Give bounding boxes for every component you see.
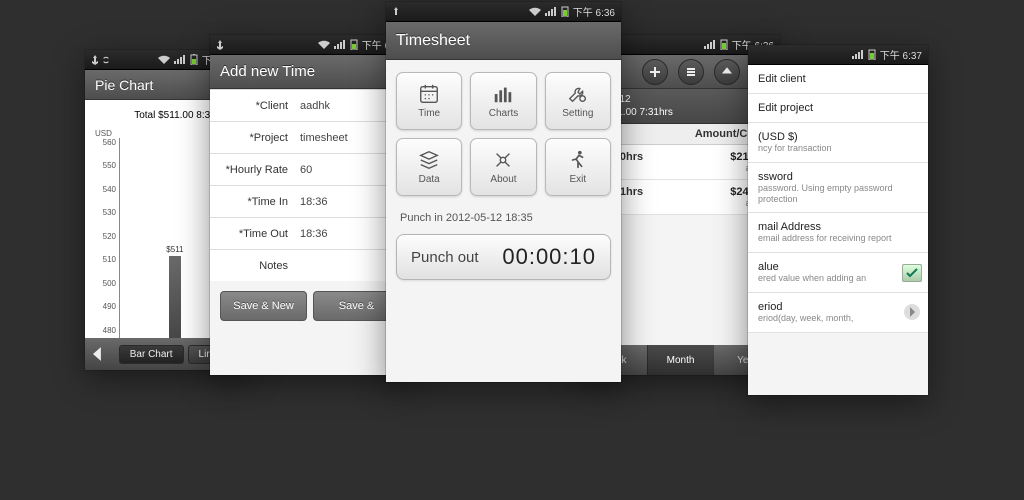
page-title: Add new Time	[210, 55, 410, 89]
wrench-icon	[566, 83, 590, 105]
signal-icon	[545, 7, 557, 16]
signal-icon	[174, 55, 186, 64]
screen-settings: 下午 6:37 Edit client Edit project (USD $)…	[748, 45, 928, 395]
back-icon[interactable]	[91, 344, 115, 364]
add-button[interactable]	[642, 59, 668, 85]
item-edit-project[interactable]: Edit project	[748, 94, 928, 123]
setting-button[interactable]: Setting	[545, 72, 611, 130]
sync-icon	[102, 55, 110, 65]
usb-icon	[216, 40, 224, 50]
bar-label: $511	[166, 245, 183, 254]
screen-timesheet-home: 下午 6:36 Timesheet Time Charts Setting Da…	[386, 2, 621, 382]
statusbar: 下午 6:36	[386, 2, 621, 22]
about-icon	[491, 149, 515, 171]
punch-out-button[interactable]: Punch out 00:00:10	[396, 234, 611, 280]
signal-icon	[334, 40, 346, 49]
exit-button[interactable]: Exit	[545, 138, 611, 196]
item-currency[interactable]: (USD $)ncy for transaction	[748, 123, 928, 163]
page-title: Timesheet	[386, 22, 621, 60]
battery-icon	[868, 49, 876, 60]
row-time-out[interactable]: *Time Out18:36	[210, 217, 410, 249]
battery-icon	[720, 39, 728, 50]
settings-list: Edit client Edit project (USD $)ncy for …	[748, 65, 928, 333]
battery-icon	[190, 54, 198, 65]
statusbar: 下午 6:37	[748, 45, 928, 65]
save-new-button[interactable]: Save & New	[220, 291, 307, 321]
up-button[interactable]	[714, 59, 740, 85]
tab-month[interactable]: Month	[647, 345, 714, 375]
punch-in-line: Punch in 2012-05-12 18:35	[386, 202, 621, 230]
clock: 下午 6:37	[880, 47, 922, 62]
signal-icon	[852, 50, 864, 59]
calendar-icon	[417, 83, 441, 105]
screen-add-time: 下午 6:36 Add new Time *Clientaadhk *Proje…	[210, 35, 410, 375]
battery-icon	[561, 6, 569, 17]
stack-icon	[417, 149, 441, 171]
charts-button[interactable]: Charts	[470, 72, 536, 130]
chevron-right-icon	[904, 304, 920, 320]
clock: 下午 6:36	[573, 4, 615, 19]
signal-icon	[704, 40, 716, 49]
punch-out-label: Punch out	[411, 249, 479, 266]
row-hourly-rate[interactable]: *Hourly Rate60	[210, 153, 410, 185]
item-period[interactable]: erioderiod(day, week, month,	[748, 293, 928, 333]
time-button[interactable]: Time	[396, 72, 462, 130]
check-icon[interactable]	[902, 264, 922, 282]
form: *Clientaadhk *Projecttimesheet *Hourly R…	[210, 89, 410, 281]
usb-icon	[91, 55, 99, 65]
y-ticks: 560550540530520510500490480470	[93, 138, 119, 358]
wifi-icon	[158, 55, 170, 64]
row-notes[interactable]: Notes	[210, 249, 410, 281]
item-edit-client[interactable]: Edit client	[748, 65, 928, 94]
tab-bar-chart[interactable]: Bar Chart	[119, 345, 184, 364]
item-email[interactable]: mail Addressemail address for receiving …	[748, 213, 928, 253]
usb-icon	[392, 7, 400, 17]
about-button[interactable]: About	[470, 138, 536, 196]
item-default-value[interactable]: alueered value when adding an	[748, 253, 928, 293]
row-client[interactable]: *Clientaadhk	[210, 89, 410, 121]
row-time-in[interactable]: *Time In18:36	[210, 185, 410, 217]
wifi-icon	[529, 7, 541, 16]
run-icon	[566, 149, 590, 171]
statusbar: 下午 6:36	[210, 35, 410, 55]
item-password[interactable]: sswordpassword. Using empty password pro…	[748, 163, 928, 214]
list-button[interactable]	[678, 59, 704, 85]
battery-icon	[350, 39, 358, 50]
punch-timer: 00:00:10	[502, 244, 596, 270]
wifi-icon	[318, 40, 330, 49]
data-button[interactable]: Data	[396, 138, 462, 196]
chart-icon	[491, 83, 515, 105]
row-project[interactable]: *Projecttimesheet	[210, 121, 410, 153]
